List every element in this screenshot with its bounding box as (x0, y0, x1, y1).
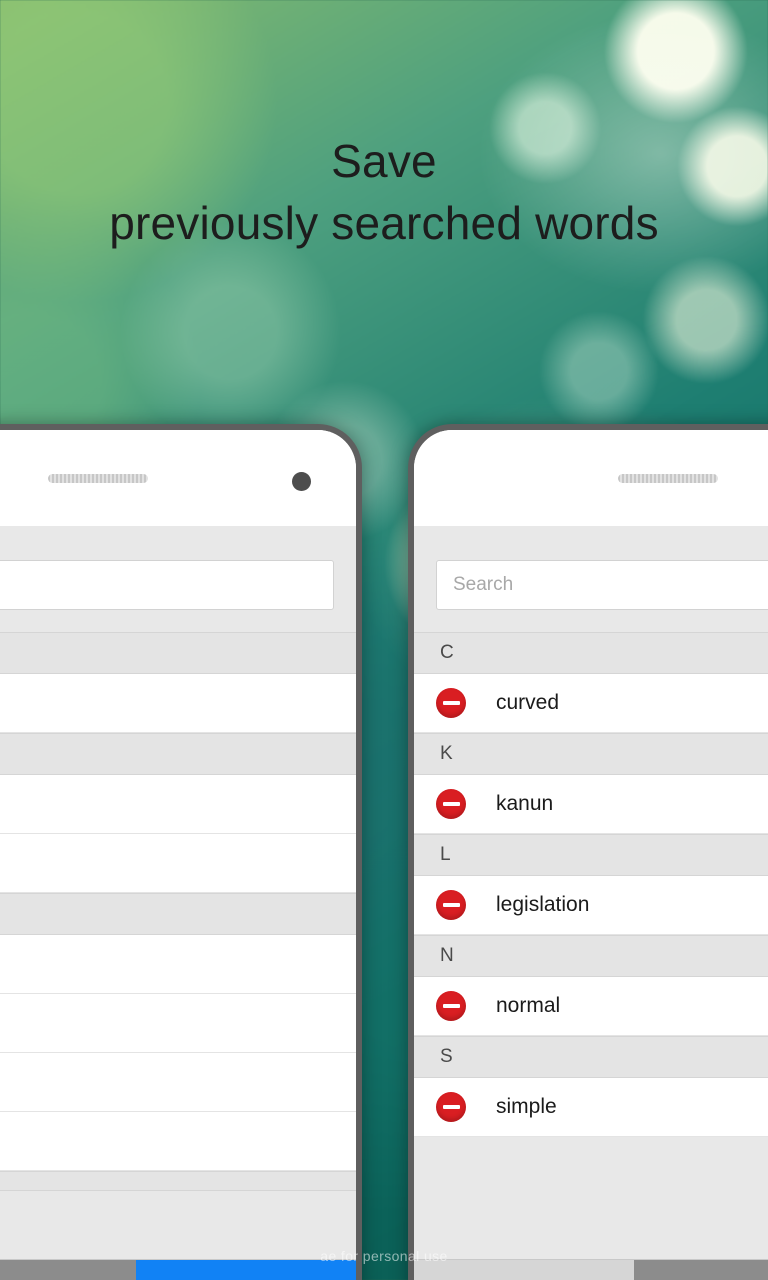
remove-icon[interactable] (436, 991, 466, 1021)
left-list-divider (0, 733, 356, 775)
left-list-divider (0, 1171, 356, 1191)
right-content-area: Search C curved K kanun L legislation N … (414, 526, 768, 1280)
list-item[interactable]: ved (0, 1112, 356, 1171)
remove-icon[interactable] (436, 890, 466, 920)
right-phone-top-bezel (414, 430, 768, 526)
left-search-input[interactable] (0, 560, 334, 610)
section-header-l: L (414, 834, 768, 876)
left-phone-screen: 11:10 History ned ig k (0, 526, 356, 1280)
right-phone-screen: Favorites Search C curved K kan (414, 526, 768, 1280)
promo-headline: Save previously searched words (0, 130, 768, 254)
left-content-area: ned ig k olazione ulation le ved ar Edit… (0, 526, 356, 1280)
favorite-label: normal (496, 994, 561, 1017)
search-input[interactable]: Search (436, 560, 768, 610)
favorite-row-normal[interactable]: normal (414, 977, 768, 1036)
headline-line-1: Save (331, 135, 437, 187)
favorite-label: curved (496, 691, 560, 714)
earpiece-speaker (618, 474, 718, 483)
front-camera (292, 472, 311, 491)
left-phone-bezel-inner: 11:10 History ned ig k (0, 430, 356, 1280)
right-search-wrap: Search (414, 526, 768, 632)
list-item[interactable]: ned (0, 674, 356, 733)
remove-icon[interactable] (436, 789, 466, 819)
screenshot-root: Save previously searched words 11:10 (0, 0, 768, 1280)
remove-icon[interactable] (436, 1092, 466, 1122)
section-header-n: N (414, 935, 768, 977)
send-button[interactable]: Send (136, 1260, 356, 1280)
section-header-c: C (414, 632, 768, 674)
favorite-label: simple (496, 1095, 557, 1118)
favorite-row-kanun[interactable]: kanun (414, 775, 768, 834)
list-item[interactable]: olazione (0, 935, 356, 994)
edit-button[interactable]: Edit (634, 1260, 768, 1280)
headline-line-2: previously searched words (109, 197, 659, 249)
right-button-bar: Clear Edit S (414, 1259, 768, 1280)
favorite-row-curved[interactable]: curved (414, 674, 768, 733)
favorite-label: legislation (496, 893, 590, 916)
clear-button[interactable]: Clear (414, 1260, 634, 1280)
list-item[interactable]: ulation (0, 994, 356, 1053)
section-header-k: K (414, 733, 768, 775)
right-phone-device: Favorites Search C curved K kan (408, 424, 768, 1280)
favorite-row-simple[interactable]: simple (414, 1078, 768, 1137)
section-header-s: S (414, 1036, 768, 1078)
remove-icon[interactable] (436, 688, 466, 718)
edit-button[interactable]: Edit (0, 1260, 136, 1280)
left-list-divider (0, 893, 356, 935)
favorite-label: kanun (496, 792, 554, 815)
earpiece-speaker (48, 474, 148, 483)
left-button-bar: ar Edit Send (0, 1259, 356, 1280)
left-search-wrap (0, 526, 356, 632)
list-item[interactable]: ig (0, 775, 356, 834)
list-item[interactable]: le (0, 1053, 356, 1112)
right-phone-bezel-inner: Favorites Search C curved K kan (414, 430, 768, 1280)
left-phone-top-bezel (0, 430, 356, 526)
favorite-row-legislation[interactable]: legislation (414, 876, 768, 935)
list-item[interactable]: k (0, 834, 356, 893)
left-phone-device: 11:10 History ned ig k (0, 424, 362, 1280)
left-list-divider (0, 632, 356, 674)
